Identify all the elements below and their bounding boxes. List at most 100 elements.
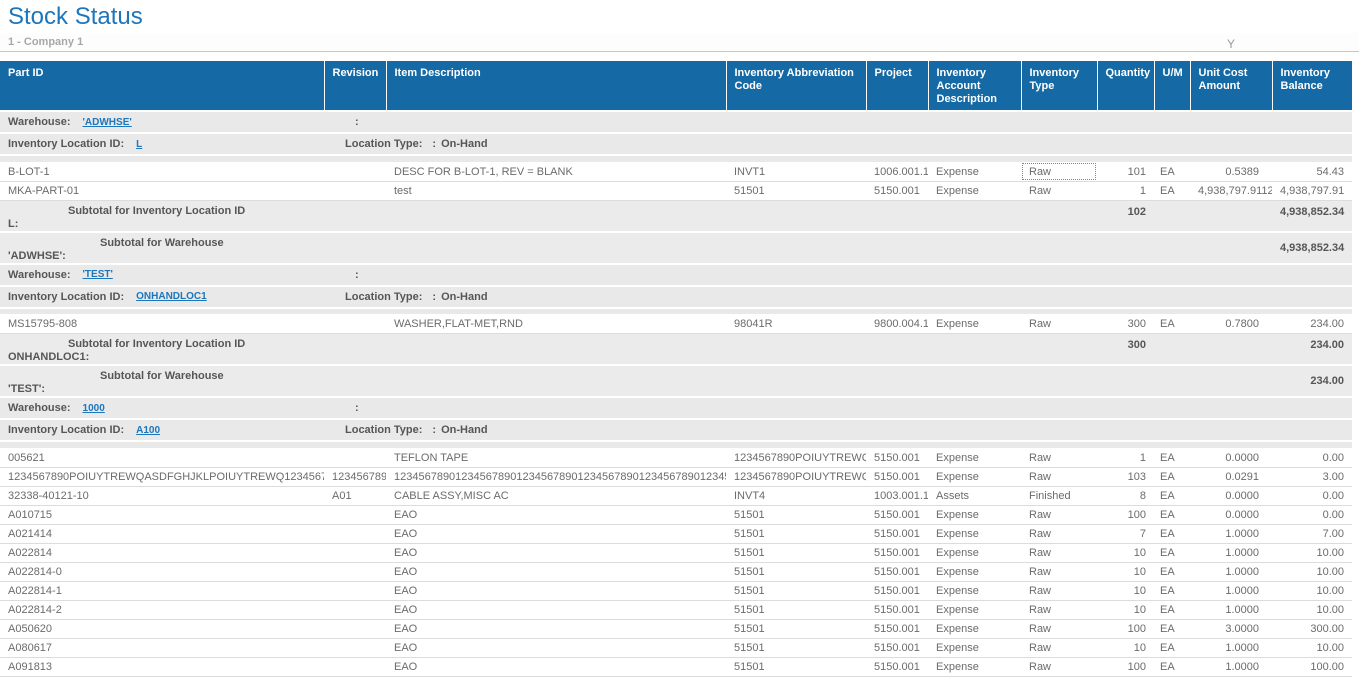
part-id-cell: A022814-0	[0, 562, 324, 581]
inventory-abbreviation-code-cell: 51501	[726, 543, 866, 562]
subtotal-balance-cell: 4,938,852.34	[1272, 232, 1352, 264]
quantity-cell: 101	[1097, 162, 1154, 181]
location-id-link[interactable]: A100	[136, 425, 160, 436]
revision-cell	[324, 181, 386, 200]
table-row: 005621TEFLON TAPE1234567890POIUYTREWQ515…	[0, 448, 1352, 467]
company-label: 1 - Company 1	[8, 36, 83, 48]
subtotal-um-cell	[1154, 334, 1190, 366]
col-header-inventory-abbreviation-code: Inventory Abbreviation Code	[726, 61, 866, 111]
um-cell: EA	[1154, 524, 1190, 543]
inventory-abbreviation-code-cell: 51501	[726, 638, 866, 657]
subtotal-um-cell	[1154, 200, 1190, 232]
warehouse-link[interactable]: 1000	[83, 403, 105, 414]
inventory-abbreviation-code-cell: 1234567890POIUYTREWQ	[726, 467, 866, 486]
col-header-inventory-account-description: Inventory Account Description	[928, 61, 1021, 111]
inventory-account-description-cell: Expense	[928, 162, 1021, 181]
um-cell: EA	[1154, 315, 1190, 334]
um-cell: EA	[1154, 619, 1190, 638]
revision-cell	[324, 315, 386, 334]
spacer-cell	[0, 308, 1352, 315]
revision-cell	[324, 600, 386, 619]
subtotal-quantity-cell	[1097, 232, 1154, 264]
um-cell: EA	[1154, 657, 1190, 676]
revision-cell	[324, 562, 386, 581]
table-row: 1234567890POIUYTREWQASDFGHJKLPOIUYTREWQ1…	[0, 467, 1352, 486]
report-area: Part IDRevisionItem DescriptionInventory…	[0, 61, 1359, 677]
subtotal-label: Subtotal for Inventory Location ID	[8, 201, 1089, 218]
header-row: Part IDRevisionItem DescriptionInventory…	[0, 61, 1352, 111]
col-header-item-description: Item Description	[386, 61, 726, 111]
inventory-balance-cell: 54.43	[1272, 162, 1352, 181]
spacer-row	[0, 441, 1352, 448]
spacer-row	[0, 308, 1352, 315]
unit-cost-cell: 1.0000	[1190, 581, 1272, 600]
um-cell: EA	[1154, 162, 1190, 181]
inventory-balance-cell: 10.00	[1272, 638, 1352, 657]
location-group-row: Inventory Location ID:ONHANDLOC1Location…	[0, 286, 1352, 308]
location-type-colon: :	[432, 291, 436, 303]
inventory-type-cell: Raw	[1021, 181, 1097, 200]
project-cell: 5150.001	[866, 657, 928, 676]
table-row: A021414EAO515015150.001ExpenseRaw7EA1.00…	[0, 524, 1352, 543]
spacer-cell	[0, 441, 1352, 448]
warehouse-subtotal-row: Subtotal for Warehouse'TEST': 234.00	[0, 365, 1352, 397]
subtotal-label-cell: Subtotal for Inventory Location IDONHAND…	[0, 334, 1097, 366]
quantity-cell: 103	[1097, 467, 1154, 486]
warehouse-link[interactable]: 'TEST'	[83, 269, 113, 280]
project-cell: 9800.004.10	[866, 315, 928, 334]
revision-cell	[324, 162, 386, 181]
unit-cost-cell: 0.0000	[1190, 505, 1272, 524]
table-body: Warehouse:'ADWHSE':Inventory Location ID…	[0, 111, 1352, 676]
inventory-type-cell: Raw	[1021, 581, 1097, 600]
table-row: A010715EAO515015150.001ExpenseRaw100EA0.…	[0, 505, 1352, 524]
unit-cost-cell: 1.0000	[1190, 543, 1272, 562]
col-header-revision: Revision	[324, 61, 386, 111]
warehouse-colon: :	[355, 402, 359, 414]
inventory-type-cell: Raw	[1021, 657, 1097, 676]
inventory-abbreviation-code-cell: 1234567890POIUYTREWQ	[726, 448, 866, 467]
um-cell: EA	[1154, 543, 1190, 562]
project-cell: 5150.001	[866, 524, 928, 543]
subtotal-quantity-cell: 102	[1097, 200, 1154, 232]
part-id-cell: A022814	[0, 543, 324, 562]
subtotal-unit-cost-cell	[1190, 200, 1272, 232]
warehouse-group-cell: Warehouse:1000:	[0, 397, 1352, 419]
inventory-account-description-cell: Expense	[928, 562, 1021, 581]
item-description-cell: EAO	[386, 638, 726, 657]
subtotal-label-cell: Subtotal for Warehouse'TEST':	[0, 365, 1097, 397]
col-header-inventory-type: Inventory Type	[1021, 61, 1097, 111]
inventory-type-cell[interactable]: Raw	[1021, 162, 1097, 181]
location-type-label: Location Type:	[345, 138, 422, 150]
project-cell: 5150.001	[866, 543, 928, 562]
location-id-link[interactable]: ONHANDLOC1	[136, 291, 207, 302]
revision-cell	[324, 448, 386, 467]
quantity-cell: 10	[1097, 543, 1154, 562]
revision-cell	[324, 619, 386, 638]
revision-cell	[324, 581, 386, 600]
revision-cell	[324, 524, 386, 543]
table-row: A022814-1EAO515015150.001ExpenseRaw10EA1…	[0, 581, 1352, 600]
item-description-cell: EAO	[386, 600, 726, 619]
project-cell: 5150.001	[866, 562, 928, 581]
page-title: Stock Status	[8, 3, 143, 31]
quantity-cell: 7	[1097, 524, 1154, 543]
table-row: MKA-PART-01test515015150.001ExpenseRaw1E…	[0, 181, 1352, 200]
location-type-label: Location Type:	[345, 424, 422, 436]
col-header-part-id: Part ID	[0, 61, 324, 111]
table-row: A080617EAO515015150.001ExpenseRaw10EA1.0…	[0, 638, 1352, 657]
col-header-um: U/M	[1154, 61, 1190, 111]
title-bar: Stock Status	[0, 0, 1359, 33]
location-id-link[interactable]: L	[136, 139, 142, 150]
subtotal-label-cell: Subtotal for Inventory Location IDL:	[0, 200, 1097, 232]
item-description-cell: EAO	[386, 657, 726, 676]
subtotal-balance-cell: 234.00	[1272, 334, 1352, 366]
inventory-account-description-cell: Expense	[928, 505, 1021, 524]
subtotal-balance-cell: 234.00	[1272, 365, 1352, 397]
col-header-quantity: Quantity	[1097, 61, 1154, 111]
inventory-type-cell: Finished	[1021, 486, 1097, 505]
inventory-balance-cell: 10.00	[1272, 562, 1352, 581]
warehouse-link[interactable]: 'ADWHSE'	[83, 117, 132, 128]
location-group-row: Inventory Location ID:A100Location Type:…	[0, 419, 1352, 441]
unit-cost-cell: 1.0000	[1190, 562, 1272, 581]
table-header: Part IDRevisionItem DescriptionInventory…	[0, 61, 1352, 111]
